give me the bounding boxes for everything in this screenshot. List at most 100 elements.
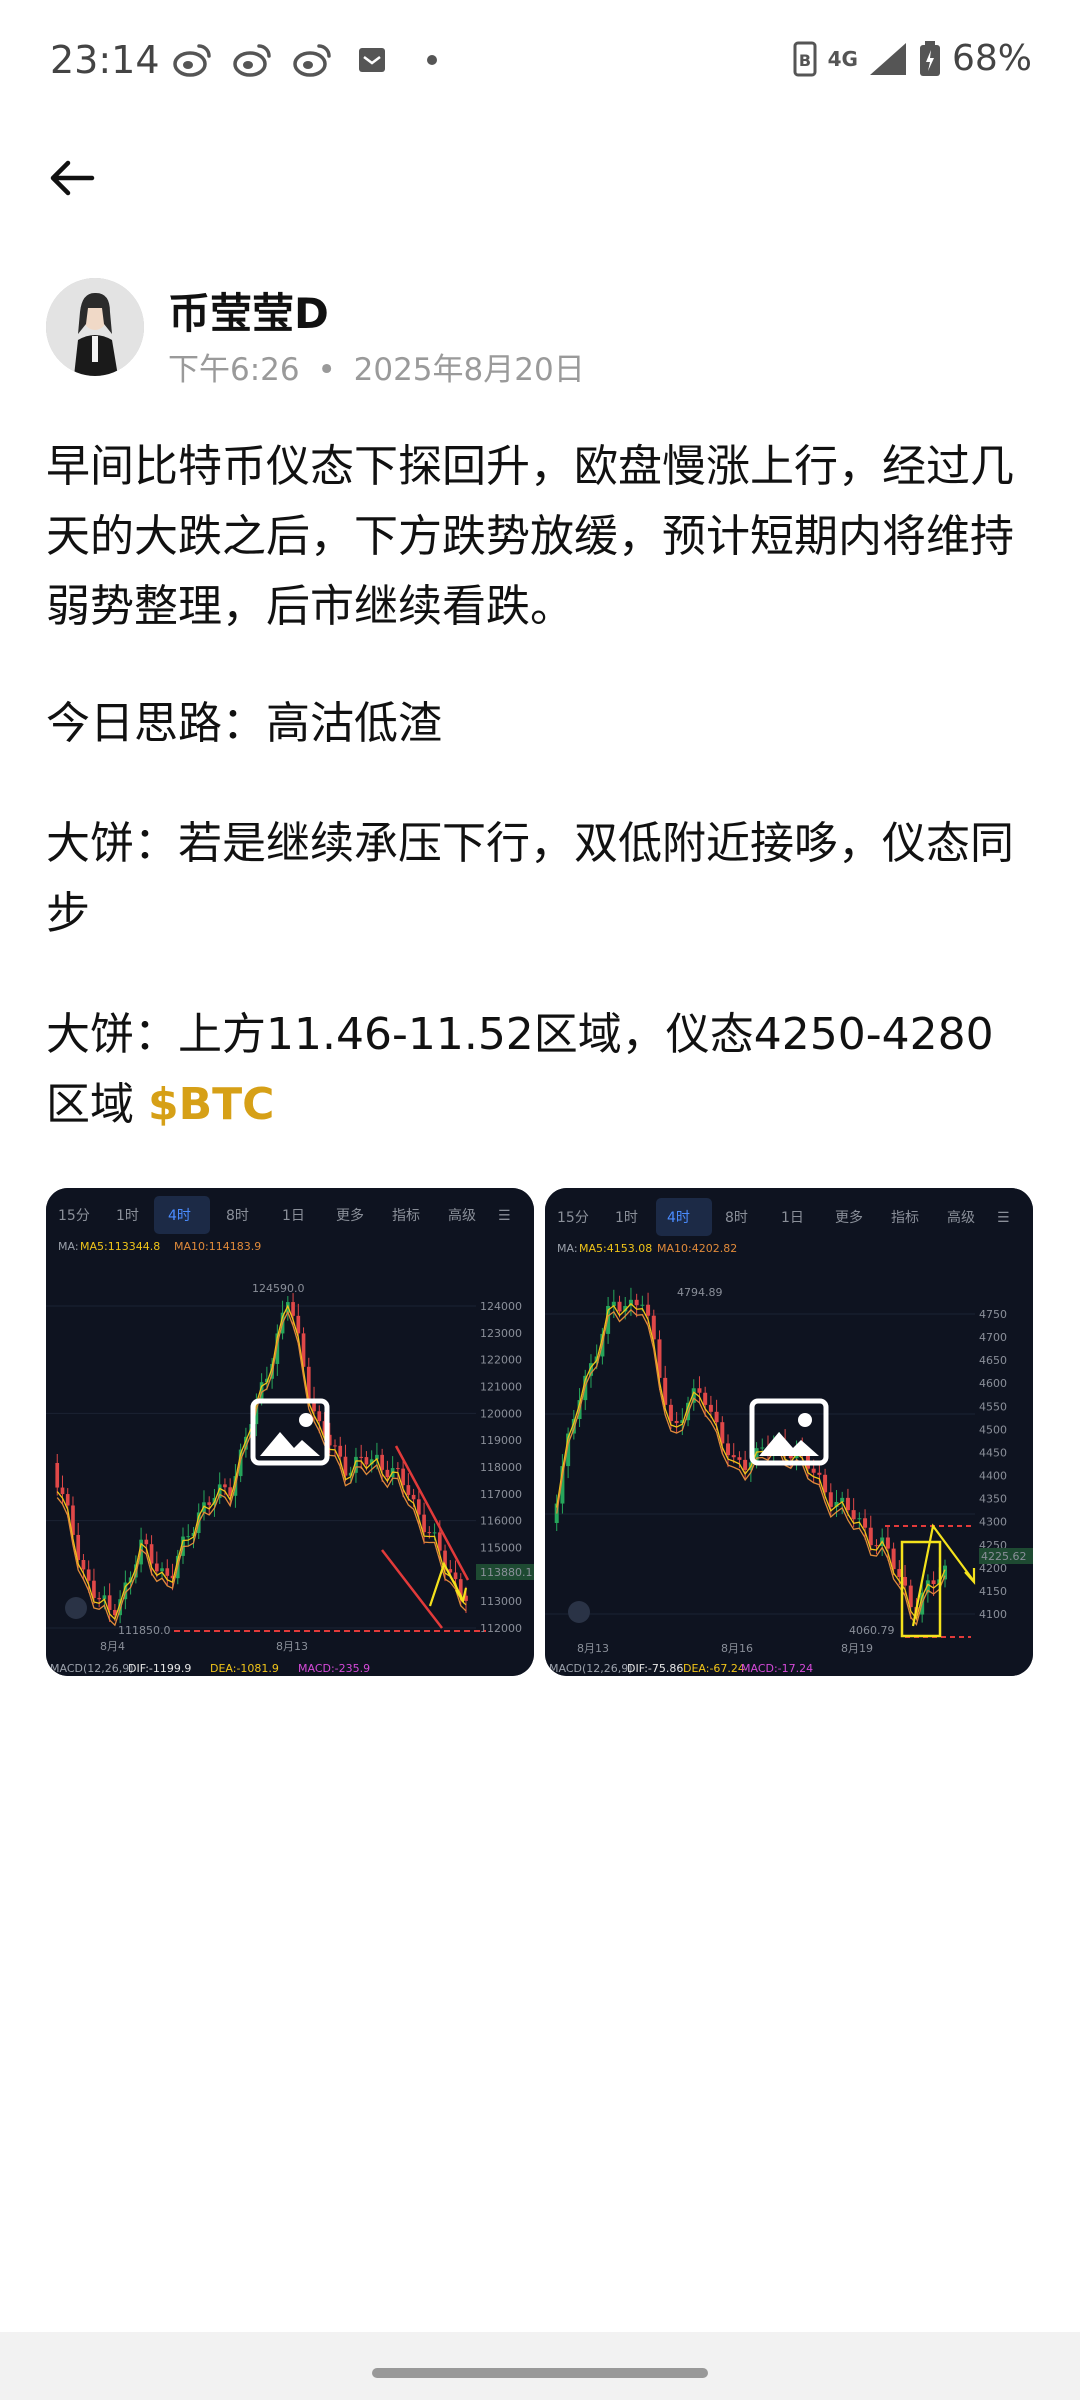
back-button[interactable] bbox=[44, 150, 100, 206]
weibo-icon bbox=[293, 44, 331, 77]
x-tick-1: 8月13 bbox=[577, 1642, 609, 1655]
high-price-label: 124590.0 bbox=[252, 1282, 305, 1295]
notification-icons bbox=[172, 40, 452, 80]
y-tick: 4550 bbox=[979, 1400, 1007, 1413]
candle-body bbox=[422, 1514, 426, 1533]
status-time: 23:14 bbox=[50, 38, 160, 82]
current-price: 113880.1 bbox=[480, 1566, 533, 1579]
status-bar: 23:14 B 4G 68% bbox=[0, 0, 1080, 130]
y-tick: 120000 bbox=[480, 1407, 522, 1420]
tab-5[interactable]: 更多 bbox=[835, 1209, 863, 1226]
settings-icon[interactable]: ☰ bbox=[997, 1210, 1010, 1226]
tab-5[interactable]: 更多 bbox=[336, 1207, 364, 1224]
macd-value: MACD:-235.9 bbox=[298, 1662, 370, 1675]
post-meta: 下午6:26 • 2025年8月20日 bbox=[168, 344, 585, 389]
candle-body bbox=[703, 1392, 708, 1405]
x-tick-3: 8月19 bbox=[841, 1642, 873, 1655]
candle-body bbox=[207, 1502, 212, 1505]
candle-body bbox=[359, 1456, 364, 1458]
image-placeholder-icon bbox=[749, 1398, 829, 1466]
candle-body bbox=[223, 1484, 227, 1488]
candle-body bbox=[817, 1472, 822, 1475]
candle-body bbox=[97, 1597, 101, 1600]
expand-icon[interactable] bbox=[65, 1597, 87, 1619]
candle-body bbox=[165, 1568, 170, 1576]
low-price-label: 111850.0 bbox=[118, 1624, 171, 1637]
system-indicators: B 4G 68% bbox=[792, 38, 1032, 79]
candle-body bbox=[380, 1454, 384, 1470]
candle-body bbox=[406, 1485, 411, 1495]
y-tick: 118000 bbox=[480, 1461, 522, 1474]
network-type: 4G bbox=[827, 46, 858, 71]
candle-body bbox=[697, 1388, 702, 1393]
expand-icon[interactable] bbox=[568, 1601, 590, 1623]
candle-body bbox=[863, 1518, 868, 1528]
cashtag-btc[interactable]: $BTC bbox=[148, 1079, 274, 1130]
high-price-label: 4794.89 bbox=[677, 1286, 723, 1299]
avatar[interactable] bbox=[46, 278, 144, 376]
candle-body bbox=[646, 1304, 651, 1316]
tab-3[interactable]: 8时 bbox=[725, 1210, 748, 1226]
post-date: 2025年8月20日 bbox=[353, 352, 585, 388]
y-tick: 116000 bbox=[480, 1515, 522, 1528]
y-tick: 4500 bbox=[979, 1423, 1007, 1436]
arrow-left-icon bbox=[50, 160, 95, 196]
candle-body bbox=[868, 1527, 873, 1546]
tab-2[interactable]: 4时 bbox=[168, 1208, 191, 1224]
settings-icon[interactable]: ☰ bbox=[498, 1208, 511, 1224]
y-tick: 4650 bbox=[979, 1354, 1007, 1367]
candle-body bbox=[396, 1468, 400, 1470]
tab-6[interactable]: 指标 bbox=[392, 1208, 420, 1224]
y-tick: 119000 bbox=[480, 1434, 522, 1447]
ma-label: MA: bbox=[58, 1240, 79, 1253]
tab-7[interactable]: 高级 bbox=[448, 1207, 476, 1224]
chart-image-1[interactable]: 15分 1时 4时 8时 1日 更多 指标 高级 ☰ MA: MA5:113344.8 MA10… bbox=[46, 1188, 534, 1676]
tab-1[interactable]: 1时 bbox=[116, 1208, 139, 1224]
tab-0[interactable]: 15分 bbox=[58, 1208, 90, 1224]
post-paragraph-1: 早间比特币仪态下探回升，欧盘慢涨上行，经过几天的大跌之后，下方跌势放缓，预计短期… bbox=[46, 441, 1014, 632]
tab-4[interactable]: 1日 bbox=[282, 1208, 305, 1224]
author-name[interactable]: 币莹莹D bbox=[168, 280, 329, 341]
candle-body bbox=[668, 1404, 673, 1421]
tab-0[interactable]: 15分 bbox=[557, 1210, 589, 1226]
dif-value: DIF:-75.86 bbox=[627, 1662, 683, 1675]
candle-body bbox=[432, 1532, 437, 1534]
chart-image-2[interactable]: 15分 1时 4时 8时 1日 更多 指标 高级 ☰ MA: MA5:4153.08 MA10:… bbox=[545, 1188, 1033, 1676]
candle-body bbox=[811, 1468, 816, 1473]
y-tick: 4350 bbox=[979, 1493, 1007, 1506]
tab-6[interactable]: 指标 bbox=[891, 1210, 919, 1226]
y-tick: 122000 bbox=[480, 1354, 522, 1367]
candle-body bbox=[845, 1497, 850, 1511]
y-tick: 4750 bbox=[979, 1308, 1007, 1321]
candle-body bbox=[427, 1532, 432, 1534]
candle-body bbox=[411, 1494, 416, 1500]
ma-label: MA: bbox=[557, 1242, 578, 1255]
tab-2[interactable]: 4时 bbox=[667, 1210, 690, 1226]
candle-body bbox=[617, 1301, 622, 1312]
signal-icon bbox=[869, 42, 906, 75]
candle-body bbox=[364, 1457, 369, 1465]
tab-4[interactable]: 1日 bbox=[781, 1210, 804, 1226]
battery-icon bbox=[919, 40, 940, 76]
navigation-area bbox=[0, 2332, 1080, 2400]
post-paragraph-3: 大饼：若是继续承压下行，双低附近接哆，仪态同步 bbox=[46, 818, 1014, 939]
y-tick: 4400 bbox=[979, 1470, 1007, 1483]
post-paragraph-2: 今日思路：高沽低渣 bbox=[46, 698, 442, 749]
y-tick: 4700 bbox=[979, 1331, 1007, 1344]
meta-separator: • bbox=[317, 352, 336, 388]
candle-body bbox=[885, 1537, 890, 1549]
macd-label: MACD(12,26,9) bbox=[50, 1662, 134, 1675]
tab-3[interactable]: 8时 bbox=[226, 1208, 249, 1224]
tab-7[interactable]: 高级 bbox=[947, 1209, 975, 1226]
candle-body bbox=[60, 1487, 65, 1495]
gesture-handle[interactable] bbox=[372, 2368, 708, 2378]
current-price: 4225.62 bbox=[981, 1550, 1027, 1563]
weibo-icon bbox=[173, 44, 211, 77]
candle-body bbox=[731, 1455, 736, 1458]
candle-body bbox=[385, 1469, 390, 1478]
tab-1[interactable]: 1时 bbox=[615, 1210, 638, 1226]
y-tick: 117000 bbox=[480, 1488, 522, 1501]
dea-value: DEA:-67.24 bbox=[683, 1662, 745, 1675]
candle-body bbox=[291, 1302, 295, 1316]
y-tick: 4150 bbox=[979, 1585, 1007, 1598]
